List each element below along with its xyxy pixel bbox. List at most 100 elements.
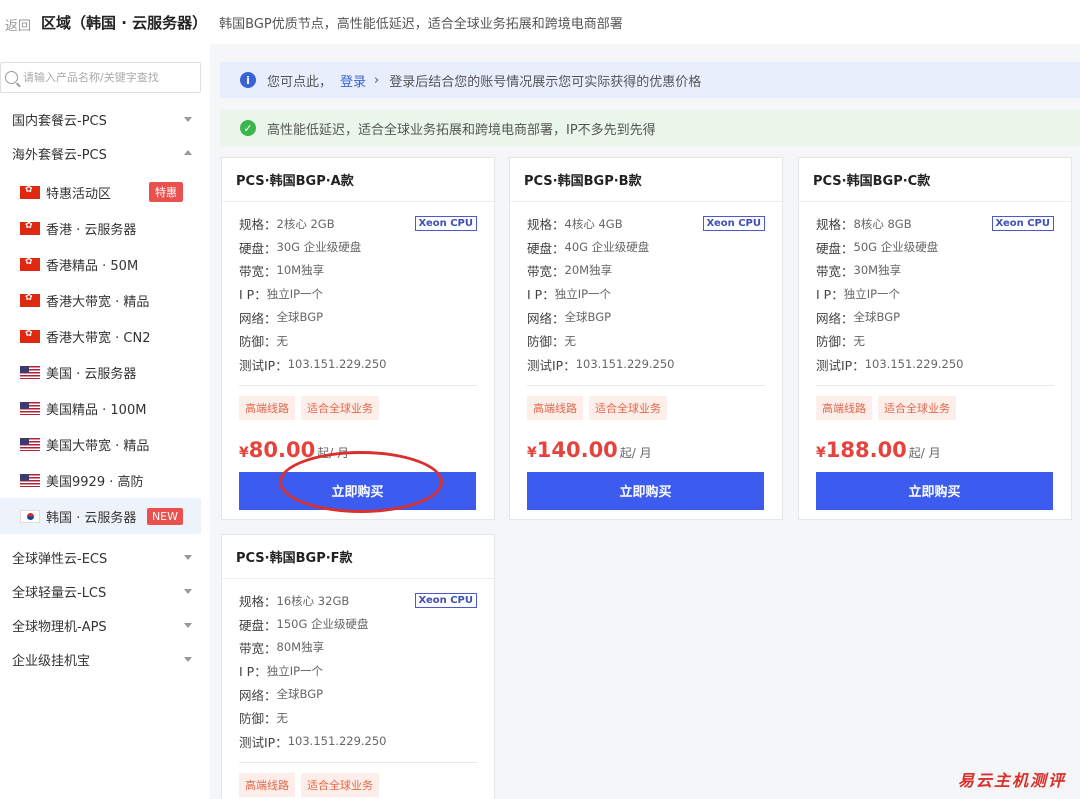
caret-down-icon (184, 623, 192, 628)
price: ¥188.00 (816, 438, 907, 462)
buy-button[interactable]: 立即购买 (239, 471, 476, 510)
buy-button[interactable]: 立即购买 (527, 471, 764, 510)
cpu-badge: Xeon CPU (414, 593, 477, 608)
sidebar-item-label: 香港精品 · 50M (46, 258, 139, 274)
chevron-right-icon: › (374, 72, 380, 88)
back-link[interactable]: 返回 (5, 15, 31, 34)
card-title: PCS·韩国BGP·B款 (510, 158, 782, 202)
category-label: 全球物理机-APS (12, 619, 107, 635)
bandwidth-value: 80M独享 (276, 640, 325, 655)
bandwidth-label: 带宽： (239, 640, 277, 656)
card-title: PCS·韩国BGP·A款 (222, 158, 494, 202)
sidebar-item-label: 香港大带宽 · CN2 (46, 330, 151, 346)
login-notice: i 您可点此， 登录 › 登录后结合您的账号情况展示您可实际获得的优惠价格 (220, 62, 1080, 98)
divider (816, 384, 1054, 386)
sidebar-item-us-bandwidth-premium[interactable]: 美国大带宽 · 精品 (0, 426, 201, 462)
defense-row: 防御：无 (239, 706, 477, 729)
disk-row: 硬盘： 150G 企业级硬盘 (239, 612, 477, 635)
sidebar-item-label: 美国9929 · 高防 (46, 474, 144, 490)
caret-down-icon (184, 589, 192, 594)
test-ip-value: 103.151.229.250 (864, 357, 964, 372)
promo-badge: 特惠 (149, 182, 183, 202)
us-flag-icon (20, 473, 40, 487)
bandwidth-row: 带宽： 10M独享 (239, 259, 477, 282)
product-card: PCS·韩国BGP·B款 Xeon CPU 规格： 4核心 4GB 硬盘： 40G … (509, 157, 783, 520)
sidebar-item-us-9929[interactable]: 美国9929 · 高防 (0, 462, 201, 498)
card-title: PCS·韩国BGP·C款 (799, 158, 1071, 202)
disk-row: 硬盘： 30G 企业级硬盘 (239, 235, 477, 258)
test-ip-value: 103.151.229.250 (575, 357, 675, 372)
network-label: 网络： (816, 310, 854, 326)
feature-chip: 高端线路 (527, 395, 583, 420)
caret-down-icon (184, 657, 192, 662)
sidebar-item-hk-bandwidth-cn2[interactable]: 香港大带宽 · CN2 (0, 318, 201, 354)
sidebar-item-promo[interactable]: 特惠活动区 特惠 (0, 174, 201, 210)
sidebar-item-kr-cloud[interactable]: 韩国 · 云服务器 NEW (0, 498, 201, 534)
ip-row: I P： 独立IP一个 (239, 282, 477, 305)
notice-text: 登录后结合您的账号情况展示您可实际获得的优惠价格 (389, 74, 702, 90)
bandwidth-value: 10M独享 (276, 263, 325, 278)
sidebar-item-hk-bandwidth-premium[interactable]: 香港大带宽 · 精品 (0, 282, 201, 318)
defense-label: 防御： (527, 334, 565, 350)
ip-label: I P： (239, 664, 267, 680)
sidebar-category-overseas-pcs[interactable]: 海外套餐云-PCS (0, 136, 201, 170)
category-label: 企业级挂机宝 (12, 653, 91, 669)
ip-value: 独立IP一个 (554, 286, 612, 301)
test-ip-row: 测试IP： 103.151.229.250 (527, 352, 765, 375)
spec-value: 2核心 2GB (276, 216, 335, 231)
currency-symbol: ¥ (239, 444, 249, 461)
test-ip-row: 测试IP： 103.151.229.250 (816, 352, 1054, 375)
disk-label: 硬盘： (239, 617, 277, 633)
feature-chip: 适合全球业务 (878, 395, 956, 420)
buy-button[interactable]: 立即购买 (816, 471, 1053, 510)
ip-row: I P： 独立IP一个 (816, 282, 1054, 305)
network-value: 全球BGP (276, 687, 324, 702)
spec-value: 8核心 8GB (853, 216, 912, 231)
network-label: 网络： (239, 687, 277, 703)
spec-label: 规格： (239, 594, 277, 610)
sidebar-item-hk-cloud[interactable]: 香港 · 云服务器 (0, 210, 201, 246)
price-value: 80.00 (248, 437, 316, 462)
product-card: PCS·韩国BGP·A款 Xeon CPU 规格： 2核心 2GB 硬盘： 30G … (221, 157, 495, 520)
disk-value: 30G 企业级硬盘 (276, 240, 362, 255)
search-icon (5, 71, 18, 84)
bandwidth-row: 带宽： 80M独享 (239, 636, 477, 659)
sidebar-item-hk-premium-50m[interactable]: 香港精品 · 50M (0, 246, 201, 282)
bandwidth-label: 带宽： (527, 263, 565, 279)
defense-value: 无 (276, 333, 289, 348)
sidebar-item-us-cloud[interactable]: 美国 · 云服务器 (0, 354, 201, 390)
category-label: 全球弹性云-ECS (12, 551, 108, 567)
search-box[interactable] (0, 62, 201, 93)
cpu-badge: Xeon CPU (414, 216, 477, 231)
currency-symbol: ¥ (816, 444, 826, 461)
defense-row: 防御：无 (527, 329, 765, 352)
sidebar-category-domestic-pcs[interactable]: 国内套餐云-PCS (0, 102, 201, 136)
sidebar-category-enterprise-vps[interactable]: 企业级挂机宝 (0, 642, 201, 676)
price-value: 140.00 (536, 437, 618, 462)
sidebar-category-global-aps[interactable]: 全球物理机-APS (0, 608, 201, 642)
search-input[interactable] (23, 71, 193, 84)
price-row: ¥80.00 起/ 月 (239, 438, 477, 462)
kr-flag-icon (20, 509, 40, 523)
feature-chip: 适合全球业务 (301, 772, 379, 797)
category-label: 海外套餐云-PCS (12, 147, 107, 163)
ip-label: I P： (816, 287, 844, 303)
watermark: 易云主机测评 (957, 771, 1066, 790)
caret-down-icon (184, 117, 192, 122)
feature-chip: 高端线路 (816, 395, 872, 420)
bandwidth-label: 带宽： (816, 263, 854, 279)
ip-value: 独立IP一个 (266, 286, 324, 301)
ip-value: 独立IP一个 (266, 663, 324, 678)
bandwidth-row: 带宽： 20M独享 (527, 259, 765, 282)
defense-row: 防御：无 (816, 329, 1054, 352)
login-link[interactable]: 登录 (340, 71, 366, 90)
defense-value: 无 (853, 333, 866, 348)
network-row: 网络： 全球BGP (239, 306, 477, 329)
network-value: 全球BGP (276, 310, 324, 325)
disk-label: 硬盘： (239, 240, 277, 256)
sidebar-item-us-premium-100m[interactable]: 美国精品 · 100M (0, 390, 201, 426)
sidebar-category-global-ecs[interactable]: 全球弹性云-ECS (0, 540, 201, 574)
sidebar-category-global-lcs[interactable]: 全球轻量云-LCS (0, 574, 201, 608)
price-value: 188.00 (825, 437, 907, 462)
currency-symbol: ¥ (527, 444, 537, 461)
